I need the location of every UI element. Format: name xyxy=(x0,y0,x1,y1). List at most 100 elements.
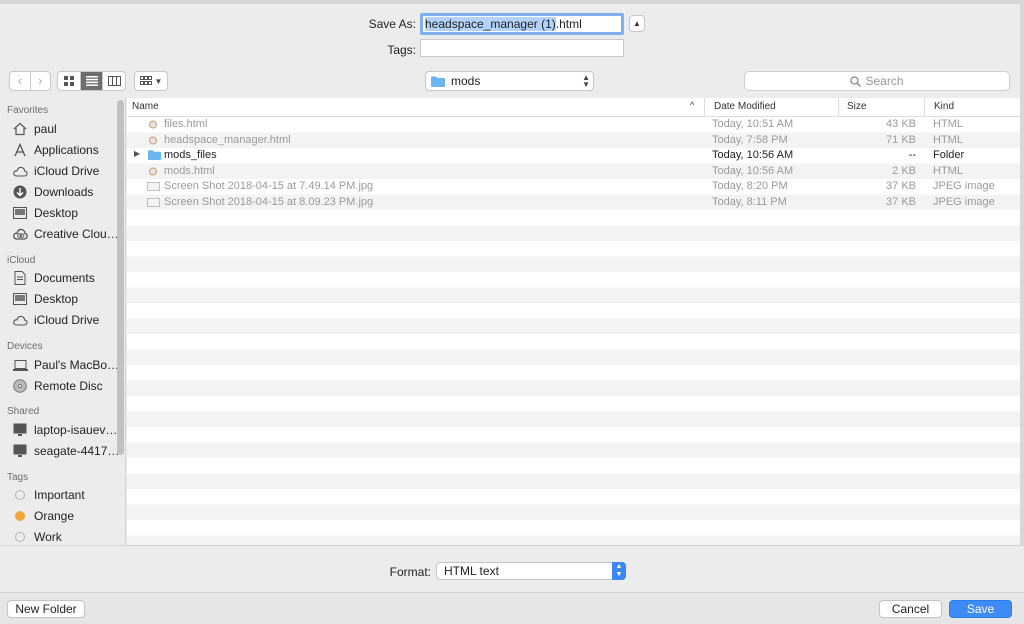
sidebar-item-label: Desktop xyxy=(34,292,79,306)
image-file-icon xyxy=(147,197,160,210)
sidebar-item-desktop[interactable]: Desktop xyxy=(12,203,118,223)
sidebar-item-label: Applications xyxy=(34,143,99,157)
file-date: Today, 10:56 AM xyxy=(712,149,794,161)
html-file-icon xyxy=(149,120,157,132)
file-date: Today, 10:51 AM xyxy=(712,118,794,130)
sidebar-item-label: Documents xyxy=(34,271,95,285)
sort-ascending-icon: ^ xyxy=(690,100,695,110)
sidebar-item-label: Paul's MacBo… xyxy=(34,358,118,372)
sidebar-item-label: Creative Clou… xyxy=(34,227,118,241)
search-field[interactable]: Search xyxy=(744,71,1010,91)
html-file-icon xyxy=(149,167,157,179)
format-area: Format: HTML text ▲ ▼ xyxy=(0,545,1024,592)
file-date: Today, 10:56 AM xyxy=(712,164,794,177)
sidebar-item-laptop-isauev[interactable]: laptop-isauev… xyxy=(12,420,118,440)
sidebar-item-label: Downloads xyxy=(34,185,94,199)
sidebar-item-label: iCloud Drive xyxy=(34,164,100,178)
creative-cloud-icon xyxy=(12,226,28,242)
table-row[interactable]: headspace_manager.html Today, 7:58 PM 71… xyxy=(127,133,1020,149)
monitor-icon xyxy=(12,443,28,459)
column-view-button[interactable] xyxy=(102,72,125,90)
sidebar-item-tag-work[interactable]: Work xyxy=(12,527,118,545)
sidebar-item-icloud-desktop[interactable]: Desktop xyxy=(12,289,118,309)
columns-icon xyxy=(107,76,121,86)
sidebar-item-tag-orange[interactable]: Orange xyxy=(12,506,118,526)
sidebar-heading-devices: Devices xyxy=(7,341,43,352)
download-icon xyxy=(12,184,28,200)
sidebar-heading-icloud: iCloud xyxy=(7,255,36,266)
filename-extension: .html xyxy=(555,17,582,31)
list-view-button[interactable] xyxy=(79,72,103,90)
list-icon xyxy=(85,76,98,86)
location-popup[interactable]: mods ▲ ▼ xyxy=(425,71,594,91)
table-row[interactable]: mods.html Today, 10:56 AM 2 KB HTML xyxy=(127,164,1020,180)
chevron-left-icon[interactable]: ‹ xyxy=(10,72,30,90)
icon-view-button[interactable] xyxy=(58,72,80,90)
save-button[interactable]: Save xyxy=(949,600,1012,618)
tags-input[interactable] xyxy=(420,39,624,57)
arrange-icon xyxy=(139,76,152,85)
file-size: 43 KB xyxy=(886,118,916,130)
home-icon xyxy=(12,121,28,137)
save-as-row: Save As: headspace_manager (1).html ▲ xyxy=(0,13,1024,35)
sidebar-item-tag-important[interactable]: Important xyxy=(12,485,118,505)
new-folder-button[interactable]: New Folder xyxy=(7,600,85,618)
column-header-date[interactable]: Date Modified xyxy=(714,101,776,112)
table-row[interactable]: Screen Shot 2018-04-15 at 8.09.23 PM.jpg… xyxy=(127,195,1020,211)
location-label: mods xyxy=(451,74,481,88)
bottom-bar: New Folder Cancel Save xyxy=(0,592,1024,624)
table-row[interactable]: Screen Shot 2018-04-15 at 7.49.14 PM.jpg… xyxy=(127,179,1020,195)
chevron-down-icon: ▼ xyxy=(154,76,163,86)
file-name: files.html xyxy=(164,118,208,130)
file-list: Name ^ Date Modified Size Kind files.htm… xyxy=(127,98,1020,545)
html-file-icon xyxy=(149,136,157,148)
sidebar-item-label: seagate-4417… xyxy=(34,444,118,458)
image-file-icon xyxy=(147,182,160,194)
sidebar-item-creative-cloud[interactable]: Creative Clou… xyxy=(12,224,118,244)
file-name: headspace_manager.html xyxy=(164,133,291,146)
chevron-right-icon[interactable]: › xyxy=(29,72,51,90)
sidebar-item-documents[interactable]: Documents xyxy=(12,268,118,288)
folder-icon xyxy=(148,150,161,163)
tag-dot-icon xyxy=(12,487,28,503)
arrange-menu-button[interactable]: ▼ xyxy=(134,71,168,91)
file-kind: HTML xyxy=(933,133,963,146)
file-size: 2 KB xyxy=(892,164,916,177)
tags-label: Tags: xyxy=(387,43,416,57)
file-size: 37 KB xyxy=(886,195,916,208)
search-icon xyxy=(850,75,862,87)
column-header-size[interactable]: Size xyxy=(847,101,866,112)
desktop-icon xyxy=(12,205,28,221)
window-edge xyxy=(1020,0,1024,624)
expand-dialog-button[interactable]: ▲ xyxy=(629,15,645,32)
file-kind: HTML xyxy=(933,164,963,177)
sidebar-item-label: paul xyxy=(34,122,57,136)
format-value: HTML text xyxy=(444,564,499,578)
file-size: -- xyxy=(908,149,916,161)
updown-chevron-icon: ▲ ▼ xyxy=(612,562,626,580)
format-select[interactable]: HTML text ▲ ▼ xyxy=(436,562,626,580)
sidebar-item-icloud-drive[interactable]: iCloud Drive xyxy=(12,161,118,181)
cancel-button[interactable]: Cancel xyxy=(879,600,942,618)
file-date: Today, 8:20 PM xyxy=(712,180,788,192)
table-row[interactable]: ▶ mods_files Today, 10:56 AM -- Folder xyxy=(127,148,1020,164)
table-row[interactable]: files.html Today, 10:51 AM 43 KB HTML xyxy=(127,117,1020,133)
column-header-kind[interactable]: Kind xyxy=(934,101,954,112)
column-header-name[interactable]: Name xyxy=(132,101,159,112)
save-as-input[interactable]: headspace_manager (1).html xyxy=(420,13,624,35)
file-size: 37 KB xyxy=(886,180,916,192)
sidebar-item-icloud-drive-2[interactable]: iCloud Drive xyxy=(12,310,118,330)
file-rows: files.html Today, 10:51 AM 43 KB HTML he… xyxy=(127,117,1020,545)
sidebar-item-downloads[interactable]: Downloads xyxy=(12,182,118,202)
file-kind: JPEG image xyxy=(933,195,995,208)
sidebar-item-seagate[interactable]: seagate-4417… xyxy=(12,441,118,461)
sidebar-scrollbar[interactable] xyxy=(117,100,124,455)
sidebar-item-applications[interactable]: Applications xyxy=(12,140,118,160)
file-kind: JPEG image xyxy=(933,180,995,192)
sidebar-item-macbook[interactable]: Paul's MacBo… xyxy=(12,355,118,375)
sidebar-item-label: Desktop xyxy=(34,206,79,220)
disclosure-triangle-icon[interactable]: ▶ xyxy=(134,149,140,158)
cloud-icon xyxy=(12,163,28,179)
sidebar-item-remote-disc[interactable]: Remote Disc xyxy=(12,376,118,396)
sidebar-item-paul[interactable]: paul xyxy=(12,119,118,139)
